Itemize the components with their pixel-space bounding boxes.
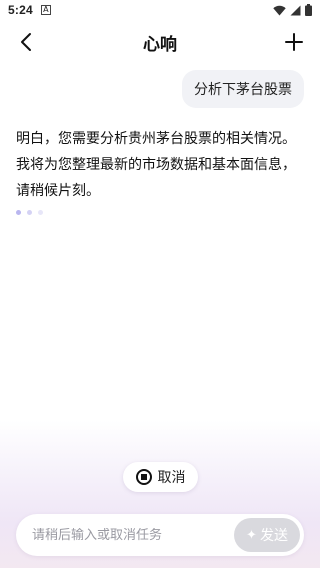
- top-app-bar: 心响: [0, 24, 320, 60]
- new-chat-button[interactable]: [280, 28, 308, 56]
- wifi-icon: [273, 5, 286, 15]
- status-bar: 5:24 A: [0, 0, 320, 20]
- assistant-message-line: 明白，您需要分析贵州茅台股票的相关情况。: [16, 131, 296, 147]
- user-message-bubble: 分析下茅台股票: [182, 70, 304, 108]
- notification-icon: A: [40, 5, 51, 15]
- assistant-message-line: 请稍候片刻。: [16, 183, 100, 199]
- loading-indicator: [16, 210, 43, 215]
- send-label: 发送: [259, 528, 288, 544]
- signal-icon: [290, 5, 301, 15]
- sparkle-icon: ✦: [246, 527, 257, 543]
- stop-icon: [135, 469, 152, 485]
- cancel-label: 取消: [157, 470, 186, 486]
- send-button[interactable]: ✦ 发送: [234, 518, 300, 552]
- assistant-message: 明白，您需要分析贵州茅台股票的相关情况。 我将为您整理最新的市场数据和基本面信息…: [16, 126, 308, 204]
- loading-dot: [38, 210, 43, 215]
- back-button[interactable]: [12, 28, 40, 56]
- plus-icon: [285, 33, 303, 51]
- page-title: 心响: [143, 34, 177, 55]
- chevron-left-icon: [21, 33, 31, 51]
- battery-icon: [305, 4, 312, 16]
- status-icons: [273, 4, 312, 16]
- status-time: 5:24: [8, 3, 33, 17]
- chat-input-bar: ✦ 发送: [16, 514, 304, 556]
- assistant-message-line: 我将为您整理最新的市场数据和基本面信息，: [16, 157, 296, 173]
- chat-input[interactable]: [32, 527, 234, 543]
- cancel-task-button[interactable]: 取消: [123, 462, 198, 492]
- loading-dot: [27, 210, 32, 215]
- loading-dot: [16, 210, 21, 215]
